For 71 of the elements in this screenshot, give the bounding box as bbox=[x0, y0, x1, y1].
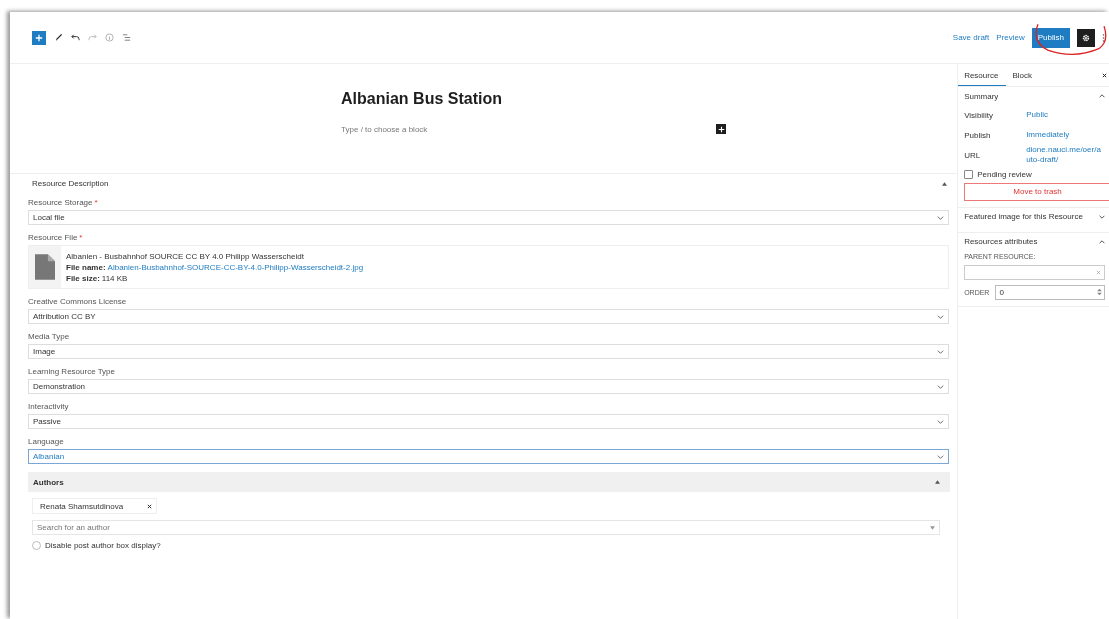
plus-icon bbox=[717, 125, 725, 133]
select-field[interactable]: Albanian bbox=[28, 449, 950, 464]
summary-label: Publish bbox=[964, 130, 992, 140]
move-to-trash-button[interactable]: Move to trash bbox=[964, 182, 1109, 201]
add-block-button[interactable] bbox=[716, 124, 727, 134]
close-icon[interactable] bbox=[1102, 73, 1107, 78]
chevron-icon bbox=[937, 454, 945, 459]
select-field[interactable]: Passive bbox=[28, 414, 950, 429]
more-options-icon[interactable] bbox=[1102, 32, 1105, 43]
summary-link[interactable]: Immediately bbox=[1026, 129, 1105, 141]
block-placeholder[interactable]: Type / to choose a block bbox=[341, 124, 428, 134]
post-title[interactable]: Albanian Bus Station bbox=[341, 90, 727, 108]
authors-title: Authors bbox=[33, 477, 64, 487]
file-name-label: File name: bbox=[66, 262, 106, 272]
field-label: Media Type bbox=[28, 332, 70, 341]
chevron-icon bbox=[937, 314, 945, 319]
chevron-icon bbox=[937, 215, 945, 220]
plus-icon bbox=[35, 33, 43, 42]
chevron-icon[interactable] bbox=[1099, 214, 1105, 219]
summary-link[interactable]: Public bbox=[1026, 109, 1105, 121]
save-draft-link[interactable]: Save draft bbox=[952, 33, 990, 42]
pen-icon[interactable] bbox=[54, 33, 63, 42]
sidebar-tab[interactable]: Block bbox=[1006, 71, 1040, 86]
summary-label: URL bbox=[964, 150, 982, 160]
checkbox-label: Disable post author box display? bbox=[45, 541, 161, 550]
section-title[interactable]: Featured image for this Resource bbox=[964, 212, 1083, 222]
section-title[interactable]: Summary bbox=[964, 91, 999, 101]
select-field[interactable]: Attribution CC BY bbox=[28, 309, 950, 324]
file-size-label: File size: bbox=[66, 273, 100, 283]
list-view-icon[interactable] bbox=[122, 33, 131, 42]
field-label: Interactivity bbox=[28, 402, 69, 411]
field-label: Resource File bbox=[28, 233, 78, 242]
settings-icon bbox=[1082, 33, 1090, 42]
publish-button[interactable]: Publish bbox=[1031, 27, 1070, 48]
parent-resource-field[interactable] bbox=[964, 264, 1105, 280]
chevron-icon bbox=[937, 419, 945, 424]
summary-link[interactable]: dione.nauci.me/oer/auto-draft/ bbox=[1026, 145, 1105, 166]
section-title[interactable]: Resources attributes bbox=[964, 237, 1038, 247]
caret-icon bbox=[930, 526, 935, 530]
chevron-icon[interactable] bbox=[1099, 239, 1105, 244]
field-label: Resource Storage bbox=[28, 198, 93, 207]
checkbox[interactable] bbox=[964, 169, 974, 179]
sidebar-tab[interactable]: Resource bbox=[958, 71, 1007, 86]
required-mark: * bbox=[79, 233, 83, 242]
order-field[interactable]: 0 bbox=[995, 284, 1105, 300]
author-chip[interactable]: Renata Shamsutdinova bbox=[32, 498, 157, 514]
panel-title: Resource Description bbox=[32, 179, 109, 188]
chevron-icon bbox=[937, 384, 945, 389]
field-label: Learning Resource Type bbox=[28, 367, 116, 376]
chevron-icon bbox=[937, 349, 945, 354]
file-name-link[interactable]: Albanien-Busbahnhof-SOURCE-CC-BY-4.0-Philipp-Wasserscheidt-2.jpg bbox=[107, 262, 364, 272]
field-label: Language bbox=[28, 437, 64, 446]
file-title: Albanien - Busbahnhof SOURCE CC BY 4.0 Philipp Wasserscheidt bbox=[66, 251, 305, 261]
collapse-toggle-icon[interactable] bbox=[942, 181, 948, 186]
collapse-toggle-icon[interactable] bbox=[935, 480, 940, 484]
select-field[interactable]: Image bbox=[28, 344, 950, 359]
select-field[interactable]: Local file bbox=[28, 210, 950, 225]
chevron-icon[interactable] bbox=[1099, 94, 1105, 98]
summary-label: Visibility bbox=[964, 110, 994, 120]
field-label: Creative Commons License bbox=[28, 297, 127, 306]
preview-link[interactable]: Preview bbox=[996, 33, 1025, 42]
author-search-field[interactable]: Search for an author bbox=[32, 520, 940, 535]
select-field[interactable]: Demonstration bbox=[28, 379, 950, 394]
undo-icon[interactable] bbox=[71, 33, 80, 42]
spinner-arrows-icon[interactable] bbox=[1097, 288, 1102, 297]
settings-button[interactable] bbox=[1077, 28, 1095, 47]
file-size: 114 KB bbox=[101, 273, 128, 283]
file-icon bbox=[35, 254, 55, 280]
remove-icon[interactable] bbox=[147, 503, 152, 509]
checkbox-label: Pending review bbox=[977, 169, 1032, 179]
required-mark: * bbox=[94, 198, 98, 207]
